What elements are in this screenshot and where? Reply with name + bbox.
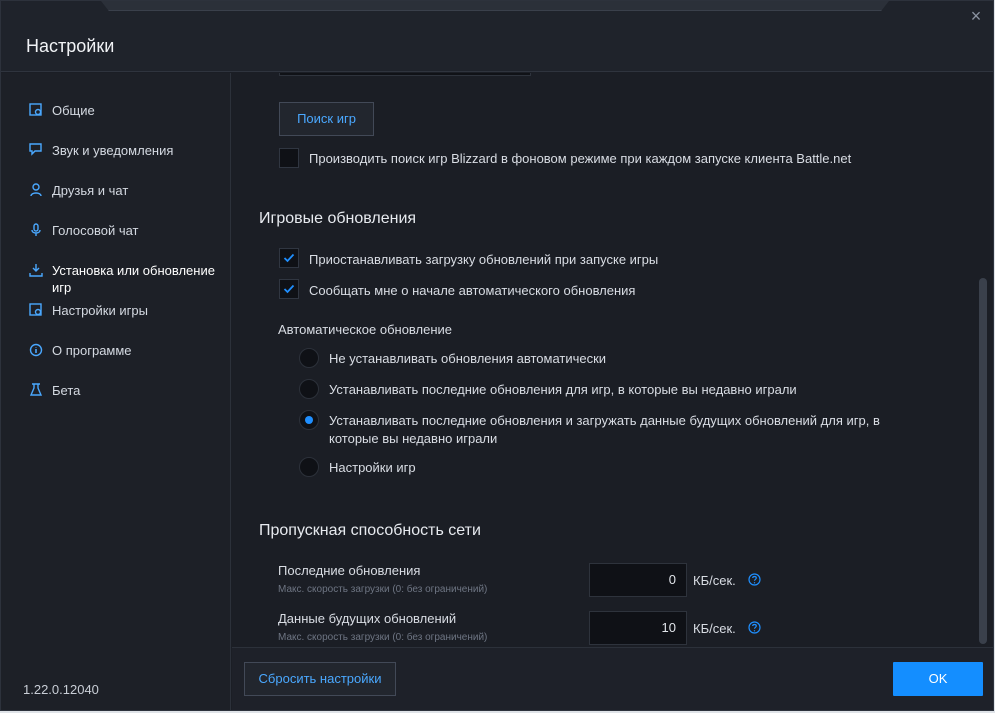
reset-settings-button[interactable]: Сбросить настройки: [244, 662, 396, 696]
close-icon[interactable]: ×: [967, 7, 985, 25]
help-icon[interactable]: [748, 573, 761, 586]
title-bar: Настройки ×: [1, 1, 993, 72]
future-updates-unit: КБ/сек.: [693, 621, 736, 636]
sidebar: Общие Звук и уведомления Друзья и чат Го…: [1, 73, 231, 710]
sidebar-item-label: Звук и уведомления: [52, 143, 174, 158]
sidebar-item-label: О программе: [52, 343, 132, 358]
page-title: Настройки: [26, 36, 115, 56]
sidebar-item-label: Общие: [52, 103, 95, 118]
latest-updates-label: Последние обновления: [278, 563, 421, 578]
background-search-checkbox[interactable]: [279, 148, 299, 168]
radio-install-and-preload[interactable]: [299, 410, 319, 430]
sidebar-item-label: Голосовой чат: [52, 223, 139, 238]
radio-selected-dot: [305, 416, 313, 424]
person-icon: [30, 183, 42, 197]
pause-downloads-checkbox[interactable]: [279, 248, 299, 268]
content-scrollbar[interactable]: [979, 278, 987, 644]
game-folder-input[interactable]: [279, 73, 531, 76]
gear-window-icon: [29, 103, 42, 116]
radio-install-and-preload-label-line2: которые вы недавно играли: [329, 431, 498, 446]
latest-updates-hint: Макс. скорость загрузки (0: без ограниче…: [278, 584, 488, 595]
download-icon: [29, 264, 43, 277]
settings-content: Поиск игр Производить поиск игр Blizzard…: [232, 73, 980, 647]
help-icon[interactable]: [748, 621, 761, 634]
background-search-label: Производить поиск игр Blizzard в фоновом…: [309, 151, 852, 166]
settings-window: Настройки × Общие Звук и уведомления Дру…: [0, 0, 994, 711]
future-updates-hint: Макс. скорость загрузки (0: без ограниче…: [278, 632, 488, 643]
future-updates-speed-input[interactable]: 10: [589, 611, 687, 645]
checkmark-icon: [283, 253, 295, 263]
sidebar-item-label: Друзья и чат: [52, 183, 129, 198]
future-updates-label: Данные будущих обновлений: [278, 611, 457, 626]
title-bar-accent: [101, 1, 889, 11]
flask-icon: [29, 383, 43, 396]
radio-install-recent-label: Устанавливать последние обновления для и…: [329, 382, 797, 397]
game-updates-title: Игровые обновления: [259, 210, 417, 227]
checkmark-icon: [283, 284, 295, 294]
search-games-button[interactable]: Поиск игр: [279, 102, 374, 136]
auto-update-title: Автоматическое обновление: [278, 322, 453, 337]
version-label: 1.22.0.12040: [23, 682, 99, 697]
radio-no-auto-update-label: Не устанавливать обновления автоматическ…: [329, 351, 607, 366]
footer: Сбросить настройки OK: [232, 647, 993, 710]
info-icon: [29, 343, 43, 357]
radio-install-recent[interactable]: [299, 379, 319, 399]
radio-game-settings-label: Настройки игр: [329, 460, 416, 475]
radio-no-auto-update[interactable]: [299, 348, 319, 368]
latest-updates-speed-input[interactable]: 0: [589, 563, 687, 597]
gear-window-icon: [29, 303, 42, 316]
radio-install-and-preload-label-line1: Устанавливать последние обновления и заг…: [329, 413, 880, 428]
bandwidth-title: Пропускная способность сети: [259, 522, 481, 539]
notification-icon: [29, 143, 42, 156]
notify-auto-update-checkbox[interactable]: [279, 279, 299, 299]
ok-button[interactable]: OK: [893, 662, 983, 696]
microphone-icon: [31, 223, 41, 236]
pause-downloads-label: Приостанавливать загрузку обновлений при…: [309, 252, 659, 267]
sidebar-item-label: Настройки игры: [52, 303, 148, 318]
notify-auto-update-label: Сообщать мне о начале автоматического об…: [309, 283, 636, 298]
radio-game-settings[interactable]: [299, 457, 319, 477]
latest-updates-unit: КБ/сек.: [693, 573, 736, 588]
sidebar-item-label: Установка или обновление игр: [52, 263, 215, 295]
sidebar-item-label: Бета: [52, 383, 81, 398]
